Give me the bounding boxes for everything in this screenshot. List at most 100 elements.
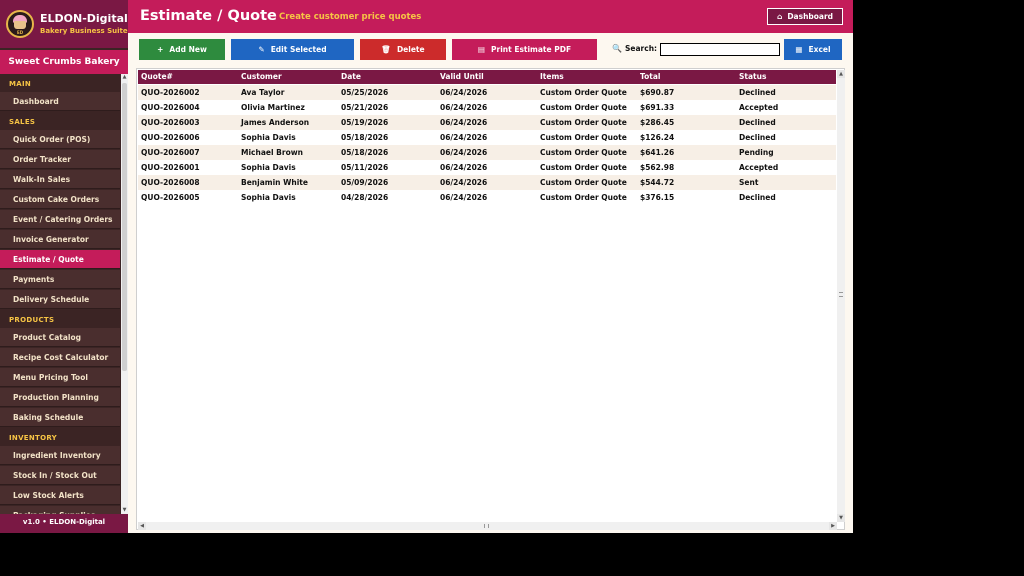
- cell-customer: Olivia Martinez: [241, 103, 305, 112]
- sidebar-item-estimate-quote[interactable]: Estimate / Quote: [0, 250, 120, 269]
- cell-quote-number: QUO-2026004: [141, 103, 200, 112]
- dashboard-button[interactable]: ⌂ Dashboard: [767, 8, 843, 25]
- sidebar-item-recipe-cost-calculator[interactable]: Recipe Cost Calculator: [0, 348, 120, 367]
- sidebar-item-menu-pricing-tool[interactable]: Menu Pricing Tool: [0, 368, 120, 387]
- sidebar-item-ingredient-inventory[interactable]: Ingredient Inventory: [0, 446, 120, 465]
- cell-date: 05/25/2026: [341, 88, 389, 97]
- sidebar: ED ELDON-Digital Bakery Business Suite S…: [0, 0, 128, 533]
- nav-section-main: MAIN: [9, 80, 32, 88]
- cell-quote-number: QUO-2026006: [141, 133, 200, 142]
- cell-items: Custom Order Quote: [540, 148, 627, 157]
- cell-customer: Sophia Davis: [241, 163, 296, 172]
- table-row[interactable]: QUO-2026007 Michael Brown 05/18/2026 06/24/…: [138, 145, 836, 160]
- sidebar-item-dashboard[interactable]: Dashboard: [0, 92, 120, 111]
- dashboard-button-label: Dashboard: [787, 12, 834, 21]
- table-row[interactable]: QUO-2026002 Ava Taylor 05/25/2026 06/24/202…: [138, 85, 836, 100]
- scroll-up-arrow-icon[interactable]: ▲: [837, 70, 845, 78]
- cell-total: $126.24: [640, 133, 675, 142]
- table-row[interactable]: QUO-2026006 Sophia Davis 05/18/2026 06/24/2…: [138, 130, 836, 145]
- scroll-down-arrow-icon[interactable]: ▼: [121, 507, 128, 514]
- page-header: Estimate / Quote Create customer price q…: [128, 0, 853, 33]
- column-header-items[interactable]: Items: [540, 70, 564, 84]
- print-estimate-pdf-button[interactable]: ▤ Print Estimate PDF: [452, 39, 597, 60]
- cell-date: 04/28/2026: [341, 193, 389, 202]
- edit-selected-button[interactable]: ✎ Edit Selected: [231, 39, 354, 60]
- cell-valid-until: 06/24/2026: [440, 178, 488, 187]
- scroll-grip[interactable]: [839, 292, 843, 297]
- sidebar-item-packaging-supplies[interactable]: Packaging Supplies: [0, 506, 120, 514]
- cell-items: Custom Order Quote: [540, 133, 627, 142]
- table-row[interactable]: QUO-2026001 Sophia Davis 05/11/2026 06/24/2…: [138, 160, 836, 175]
- sidebar-item-product-catalog[interactable]: Product Catalog: [0, 328, 120, 347]
- cupcake-logo-icon: ED: [6, 10, 34, 38]
- scroll-grip[interactable]: [484, 524, 489, 528]
- cell-customer: James Anderson: [241, 118, 310, 127]
- table-horizontal-scrollbar[interactable]: ◀ ▶: [138, 522, 837, 530]
- scroll-left-arrow-icon[interactable]: ◀: [138, 522, 146, 530]
- page-subtitle: Create customer price quotes: [279, 12, 422, 22]
- column-header-status[interactable]: Status: [739, 70, 766, 84]
- cell-date: 05/18/2026: [341, 148, 389, 157]
- sidebar-scroll-thumb[interactable]: [122, 83, 127, 371]
- cell-status: Declined: [739, 193, 776, 202]
- cell-items: Custom Order Quote: [540, 178, 627, 187]
- search-input[interactable]: [660, 43, 780, 56]
- pencil-icon: ✎: [258, 45, 265, 54]
- column-header-valid-until[interactable]: Valid Until: [440, 70, 484, 84]
- cell-total: $544.72: [640, 178, 675, 187]
- search-icon: 🔍: [612, 44, 622, 53]
- sidebar-item-payments[interactable]: Payments: [0, 270, 120, 289]
- table-row[interactable]: QUO-2026005 Sophia Davis 04/28/2026 06/24/2…: [138, 190, 836, 205]
- column-header-total[interactable]: Total: [640, 70, 661, 84]
- cell-total: $562.98: [640, 163, 675, 172]
- delete-button[interactable]: 🗑 Delete: [360, 39, 446, 60]
- scroll-down-arrow-icon[interactable]: ▼: [837, 514, 845, 522]
- cell-date: 05/21/2026: [341, 103, 389, 112]
- cell-customer: Michael Brown: [241, 148, 303, 157]
- cell-quote-number: QUO-2026008: [141, 178, 200, 187]
- search-label: Search:: [625, 44, 658, 53]
- column-header-date[interactable]: Date: [341, 70, 361, 84]
- sidebar-item-delivery-schedule[interactable]: Delivery Schedule: [0, 290, 120, 309]
- cell-total: $691.33: [640, 103, 675, 112]
- sidebar-item-low-stock-alerts[interactable]: Low Stock Alerts: [0, 486, 120, 505]
- sidebar-item-quick-order-pos[interactable]: Quick Order (POS): [0, 130, 120, 149]
- column-header-customer[interactable]: Customer: [241, 70, 282, 84]
- scroll-right-arrow-icon[interactable]: ▶: [829, 522, 837, 530]
- sidebar-item-custom-cake-orders[interactable]: Custom Cake Orders: [0, 190, 120, 209]
- sidebar-item-production-planning[interactable]: Production Planning: [0, 388, 120, 407]
- table-vertical-scrollbar[interactable]: ▲ ▼: [837, 70, 845, 522]
- excel-export-button[interactable]: ▦ Excel: [784, 39, 842, 60]
- app-window: ED ELDON-Digital Bakery Business Suite S…: [0, 0, 853, 533]
- sidebar-item-stock-in-stock-out[interactable]: Stock In / Stock Out: [0, 466, 120, 485]
- sidebar-item-baking-schedule[interactable]: Baking Schedule: [0, 408, 120, 427]
- brand-header: ED ELDON-Digital Bakery Business Suite: [0, 0, 128, 48]
- add-new-button[interactable]: + Add New: [139, 39, 225, 60]
- scroll-up-arrow-icon[interactable]: ▲: [121, 74, 128, 81]
- page-title: Estimate / Quote: [140, 8, 277, 24]
- table-row[interactable]: QUO-2026003 James Anderson 05/19/2026 06/24…: [138, 115, 836, 130]
- cell-customer: Benjamin White: [241, 178, 308, 187]
- sidebar-item-walk-in-sales[interactable]: Walk-In Sales: [0, 170, 120, 189]
- cell-quote-number: QUO-2026001: [141, 163, 200, 172]
- sidebar-item-event-catering-orders[interactable]: Event / Catering Orders: [0, 210, 120, 229]
- cell-status: Pending: [739, 148, 774, 157]
- excel-icon: ▦: [795, 45, 803, 54]
- cell-quote-number: QUO-2026007: [141, 148, 200, 157]
- sidebar-item-order-tracker[interactable]: Order Tracker: [0, 150, 120, 169]
- nav-section-inventory: INVENTORY: [9, 434, 58, 442]
- edit-selected-label: Edit Selected: [270, 45, 327, 54]
- table-row[interactable]: QUO-2026008 Benjamin White 05/09/2026 06/24…: [138, 175, 836, 190]
- cell-valid-until: 06/24/2026: [440, 118, 488, 127]
- print-estimate-label: Print Estimate PDF: [491, 45, 572, 54]
- logo-text: ED: [16, 30, 24, 35]
- cell-valid-until: 06/24/2026: [440, 193, 488, 202]
- cell-customer: Ava Taylor: [241, 88, 285, 97]
- table-row[interactable]: QUO-2026004 Olivia Martinez 05/21/2026 06/2…: [138, 100, 836, 115]
- sidebar-nav: MAIN Dashboard SALES Quick Order (POS) Order…: [0, 74, 120, 514]
- column-header-quote[interactable]: Quote#: [141, 70, 173, 84]
- sidebar-scrollbar[interactable]: ▲ ▼: [121, 74, 128, 514]
- cell-customer: Sophia Davis: [241, 133, 296, 142]
- table-header-row: Quote# Customer Date Valid Until Items T…: [138, 70, 836, 84]
- sidebar-item-invoice-generator[interactable]: Invoice Generator: [0, 230, 120, 249]
